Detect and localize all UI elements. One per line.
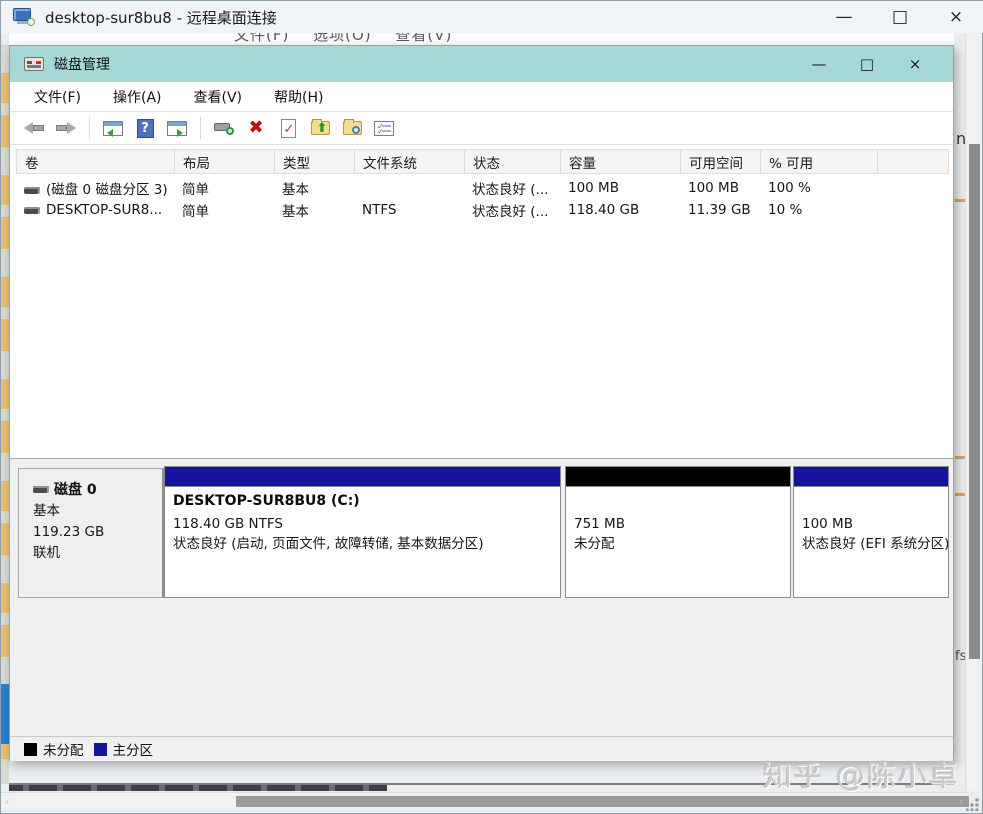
background-artifact: [955, 493, 965, 496]
column-header-free[interactable]: 可用空间: [681, 150, 761, 173]
legend-primary-swatch: [94, 743, 107, 756]
back-icon[interactable]: [20, 115, 48, 141]
partition-unallocated-colorbar: [566, 467, 790, 487]
column-header-blank: [878, 150, 948, 173]
dm-close-button[interactable]: ×: [891, 46, 939, 82]
toolbar: ? ✖ ✓ ⬆ ✓✓: [10, 112, 953, 145]
menu-bar: 文件(F) 操作(A) 查看(V) 帮助(H): [10, 82, 953, 112]
partition-c-colorbar: [165, 467, 560, 487]
mark-partition-icon[interactable]: ✓: [274, 115, 302, 141]
outer-window-controls: — □ ×: [816, 1, 983, 33]
graphical-view-pane: 磁盘 0 基本 119.23 GB 联机 DESKTOP-SUR8BU8 (C:…: [10, 458, 953, 736]
column-header-status[interactable]: 状态: [465, 150, 561, 173]
partition-efi[interactable]: 100 MB 状态良好 (EFI 系统分区): [793, 466, 949, 598]
disk-icon: [33, 486, 49, 493]
help-icon[interactable]: ?: [131, 115, 159, 141]
dm-maximize-button[interactable]: □: [843, 46, 891, 82]
folder-up-icon[interactable]: ⬆: [306, 115, 334, 141]
dm-minimize-button[interactable]: —: [795, 46, 843, 82]
partition-unallocated[interactable]: 751 MB 未分配: [565, 466, 791, 598]
column-header-volume[interactable]: 卷: [17, 150, 175, 173]
console-tree-icon[interactable]: [99, 115, 127, 141]
menu-action[interactable]: 操作(A): [101, 83, 174, 111]
column-header-pct[interactable]: % 可用: [761, 150, 878, 173]
watermark: 知乎 @陈小卓: [763, 753, 960, 795]
horizontal-scrollbar-thumb[interactable]: [236, 796, 969, 807]
partition-unallocated-size: 751 MB: [574, 514, 790, 534]
partition-unallocated-status: 未分配: [574, 534, 790, 554]
window-title: desktop-sur8bu8 - 远程桌面连接: [45, 7, 277, 28]
disk0-type: 基本: [33, 503, 162, 520]
remote-desktop-icon: [13, 8, 35, 26]
partition-c-status: 状态良好 (启动, 页面文件, 故障转储, 基本数据分区): [173, 534, 560, 554]
volume-icon: [24, 187, 40, 194]
disk0-size: 119.23 GB: [33, 524, 162, 541]
disk0-panel[interactable]: 磁盘 0 基本 119.23 GB 联机: [18, 468, 164, 598]
minimize-button[interactable]: —: [816, 1, 872, 33]
desktop-background-sliver: [1, 45, 9, 784]
volume-row[interactable]: (磁盘 0 磁盘分区 3) 简单 基本 状态良好 (... 100 MB 100…: [16, 177, 949, 199]
partition-c[interactable]: DESKTOP-SUR8BU8 (C:) 118.40 GB NTFS 状态良好…: [164, 466, 561, 598]
background-artifact: [955, 456, 965, 459]
resize-grip[interactable]: [966, 797, 980, 811]
occluded-window-strip: 文件(F) 选项(O) 查看(V): [9, 33, 954, 45]
scroll-left-icon[interactable]: ‹: [5, 795, 9, 808]
disk-management-title: 磁盘管理: [54, 54, 110, 74]
volume-list-header: 卷 布局 类型 文件系统 状态 容量 可用空间 % 可用: [16, 149, 949, 174]
disk-management-titlebar[interactable]: 磁盘管理 — □ ×: [10, 46, 953, 82]
vertical-scrollbar-thumb[interactable]: [969, 144, 980, 659]
forward-icon[interactable]: [52, 115, 80, 141]
column-header-filesystem[interactable]: 文件系统: [355, 150, 465, 173]
volume-icon: [24, 207, 40, 214]
rescan-disks-icon[interactable]: [210, 115, 238, 141]
volume-row[interactable]: DESKTOP-SUR8... 简单 基本 NTFS 状态良好 (... 118…: [16, 199, 949, 221]
partition-c-label: DESKTOP-SUR8BU8 (C:): [173, 493, 560, 514]
partition-efi-size: 100 MB: [802, 514, 948, 534]
delete-volume-icon[interactable]: ✖: [242, 115, 270, 141]
outer-titlebar: desktop-sur8bu8 - 远程桌面连接 — □ ×: [1, 1, 983, 33]
toolbar-separator: [89, 117, 90, 139]
remote-desktop-window: desktop-sur8bu8 - 远程桌面连接 — □ × 文件(F) 选项(…: [0, 0, 983, 814]
properties-list-icon[interactable]: ✓✓: [370, 115, 398, 141]
menu-help[interactable]: 帮助(H): [262, 83, 335, 111]
maximize-button[interactable]: □: [872, 1, 928, 33]
close-button[interactable]: ×: [928, 1, 983, 33]
partition-efi-status: 状态良好 (EFI 系统分区): [802, 534, 948, 554]
vertical-scrollbar[interactable]: [965, 34, 982, 791]
partition-c-size: 118.40 GB NTFS: [173, 514, 560, 534]
background-artifact: [955, 199, 965, 202]
taskbar-sliver: [9, 785, 387, 791]
menu-view[interactable]: 查看(V): [182, 83, 255, 111]
column-header-capacity[interactable]: 容量: [561, 150, 681, 173]
legend-primary: 主分区: [94, 739, 154, 759]
action-pane-icon[interactable]: [163, 115, 191, 141]
legend-unallocated-swatch: [24, 743, 37, 756]
disk0-status: 联机: [33, 545, 162, 562]
column-header-layout[interactable]: 布局: [175, 150, 275, 173]
occluded-menu-text: 文件(F) 选项(O) 查看(V): [234, 33, 452, 45]
toolbar-separator: [200, 117, 201, 139]
volume-list: 卷 布局 类型 文件系统 状态 容量 可用空间 % 可用 (磁盘 0 磁盘分区 …: [10, 145, 953, 502]
scroll-right-icon[interactable]: ›: [959, 795, 963, 808]
explore-folder-icon[interactable]: [338, 115, 366, 141]
disk-management-window: 磁盘管理 — □ × 文件(F) 操作(A) 查看(V) 帮助(H) ?: [9, 45, 954, 761]
disk0-name: 磁盘 0: [54, 479, 97, 499]
disk-management-icon: [24, 57, 44, 71]
column-header-type[interactable]: 类型: [275, 150, 355, 173]
legend-unallocated: 未分配: [24, 739, 84, 759]
partition-efi-colorbar: [794, 467, 948, 487]
menu-file[interactable]: 文件(F): [22, 83, 93, 111]
